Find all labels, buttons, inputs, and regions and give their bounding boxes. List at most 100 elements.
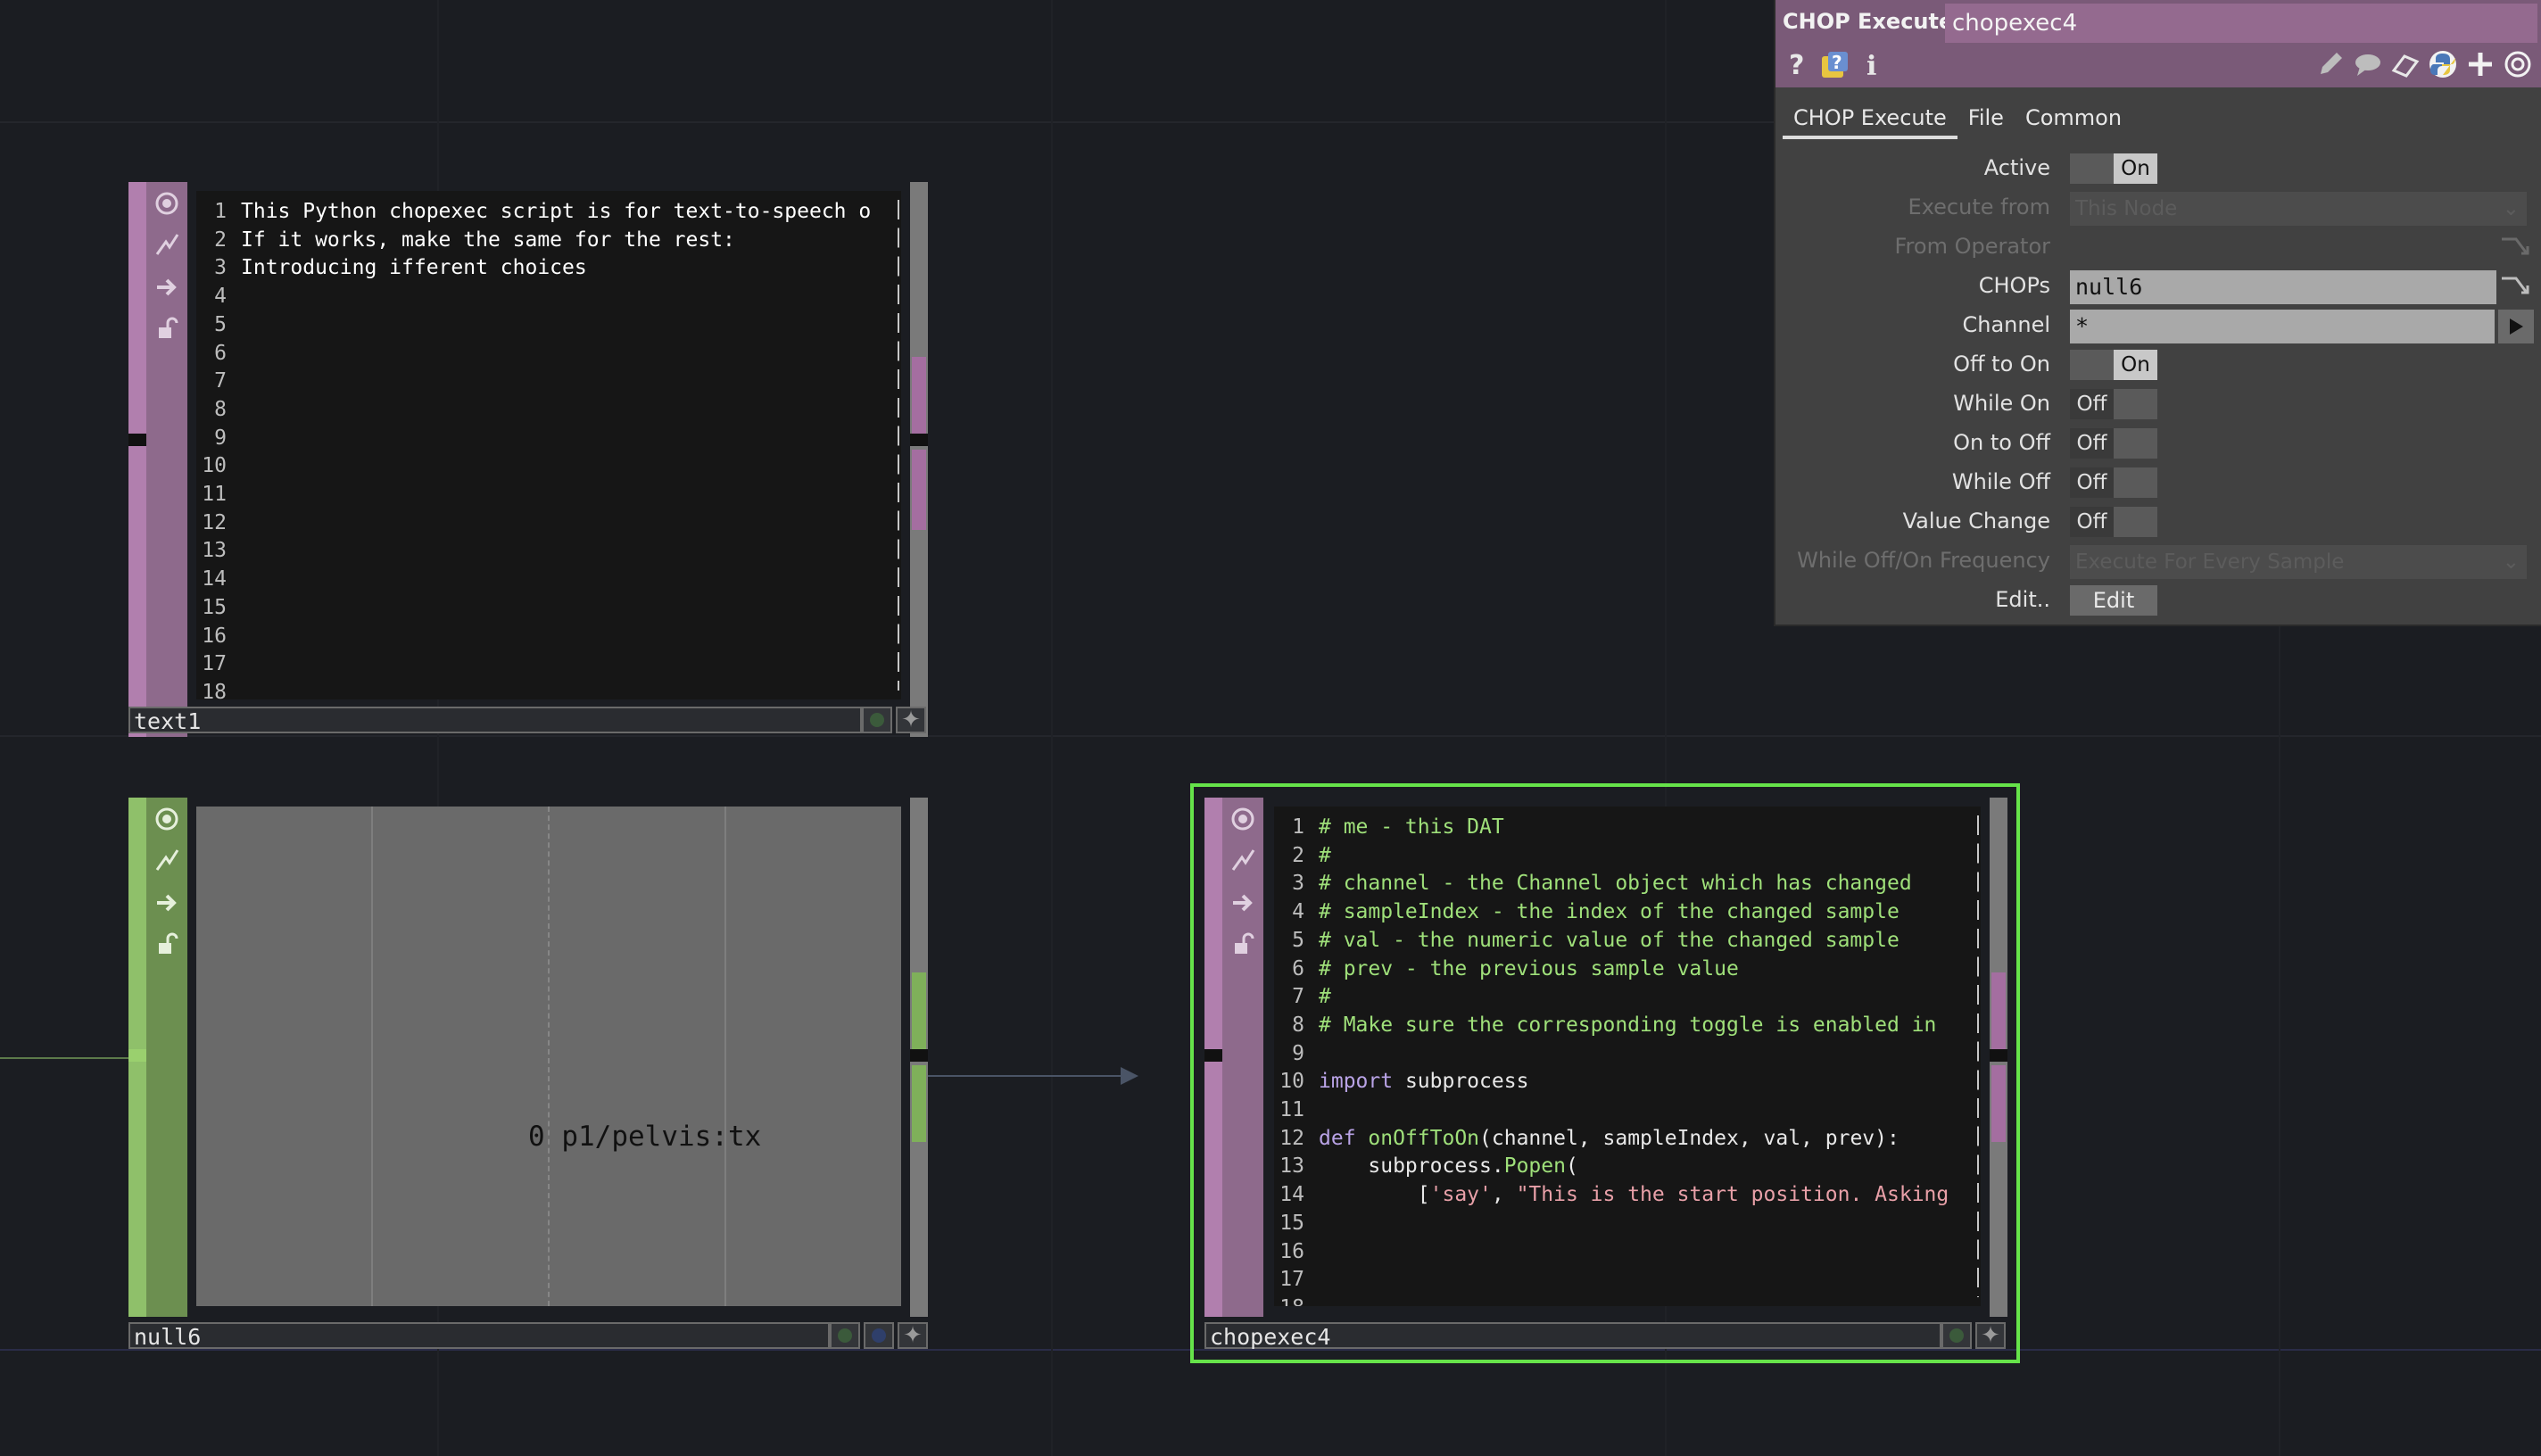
line-number: 14 bbox=[1279, 1183, 1304, 1207]
text-content: This Python chopexec script is for text-… bbox=[241, 198, 896, 283]
add-node-button[interactable]: ✦ bbox=[896, 707, 926, 733]
output-connector[interactable] bbox=[1990, 1049, 2007, 1062]
export-arrow-icon[interactable] bbox=[148, 269, 186, 305]
text-viewer[interactable]: 1 2 3 4 5 6 7 8 9 10 11 12 13 14 15 16 17 18 This Python … bbox=[196, 191, 901, 699]
channel-readout: 0 p1/pelvis:tx bbox=[528, 1121, 761, 1153]
code-viewer[interactable]: 123456789101112131415161718 # me - this … bbox=[1274, 807, 1981, 1306]
value-change-toggle[interactable]: Off bbox=[2070, 507, 2157, 537]
reference-arrow-icon[interactable] bbox=[2500, 275, 2530, 298]
line-number: 10 bbox=[202, 454, 227, 478]
lock-icon[interactable] bbox=[148, 310, 186, 346]
line-number: 7 bbox=[1292, 985, 1304, 1009]
execute-from-menu[interactable]: This Node ⌄ bbox=[2070, 192, 2527, 226]
node-right-strip bbox=[910, 182, 928, 737]
display-flag-button[interactable] bbox=[864, 1322, 894, 1349]
node-name-label[interactable]: text1 bbox=[128, 707, 862, 734]
plus-icon[interactable] bbox=[2462, 46, 2498, 82]
export-arrow-icon[interactable] bbox=[148, 885, 186, 921]
line-number: 8 bbox=[214, 397, 227, 421]
while-frequency-menu[interactable]: Execute For Every Sample ⌄ bbox=[2070, 545, 2527, 579]
tab-common[interactable]: Common bbox=[2015, 100, 2132, 139]
input-connector[interactable] bbox=[128, 434, 146, 446]
chopexec4-node[interactable]: 123456789101112131415161718 # me - this … bbox=[1204, 798, 2007, 1317]
code-line: # prev - the previous sample value bbox=[1319, 956, 1739, 980]
node-name-label[interactable]: chopexec4 bbox=[1204, 1322, 1941, 1350]
tab-file[interactable]: File bbox=[1957, 100, 2015, 139]
text-line: Introducing ifferent choices bbox=[241, 256, 587, 280]
viewer-toggle-icon[interactable] bbox=[1224, 801, 1262, 837]
wire-icon[interactable] bbox=[148, 227, 186, 262]
edit-button[interactable]: Edit bbox=[2070, 585, 2157, 616]
param-label: Active bbox=[1983, 155, 2050, 180]
code-content: # me - this DAT # # channel - the Channel … bbox=[1319, 814, 1975, 1210]
help-icon[interactable]: ? bbox=[1779, 46, 1815, 82]
eraser-icon[interactable] bbox=[2388, 46, 2423, 82]
line-number: 11 bbox=[202, 483, 227, 507]
panel-header: CHOP Execute chopexec4 ? ? i bbox=[1775, 0, 2541, 87]
input-connector[interactable] bbox=[128, 1049, 146, 1062]
line-number: 13 bbox=[1279, 1154, 1304, 1179]
off-to-on-toggle[interactable]: On bbox=[2070, 350, 2157, 380]
svg-text:i: i bbox=[1866, 51, 1876, 79]
param-active: Active On bbox=[1775, 150, 2541, 186]
line-number: 16 bbox=[202, 624, 227, 648]
line-number: 17 bbox=[202, 652, 227, 676]
bypass-flag-button[interactable] bbox=[862, 707, 892, 733]
add-node-button[interactable]: ✦ bbox=[1975, 1322, 2006, 1349]
param-on-to-off: On to Off Off bbox=[1775, 425, 2541, 460]
tab-chop-execute[interactable]: CHOP Execute bbox=[1783, 100, 1957, 139]
line-number: 1 bbox=[1292, 815, 1304, 839]
line-number: 6 bbox=[214, 341, 227, 365]
param-label: While On bbox=[1953, 391, 2050, 416]
input-connector[interactable] bbox=[1204, 1049, 1222, 1062]
line-number: 10 bbox=[1279, 1070, 1304, 1094]
operator-name-field[interactable]: chopexec4 bbox=[1945, 4, 2537, 43]
param-label: While Off/On Frequency bbox=[1797, 548, 2050, 573]
export-arrow-icon[interactable] bbox=[1224, 885, 1262, 921]
comment-icon[interactable] bbox=[2350, 46, 2386, 82]
null6-node[interactable]: 0 p1/pelvis:tx bbox=[128, 798, 928, 1317]
bypass-flag-button[interactable] bbox=[830, 1322, 860, 1349]
while-off-toggle[interactable]: Off bbox=[2070, 467, 2157, 498]
python-icon[interactable] bbox=[2425, 46, 2461, 82]
wire-icon[interactable] bbox=[1224, 842, 1262, 878]
channel-field[interactable]: * bbox=[2070, 310, 2495, 343]
node-left-strip bbox=[128, 182, 146, 737]
code-line: ['say', "This is the start position. Ask… bbox=[1319, 1183, 1949, 1207]
add-node-button[interactable]: ✦ bbox=[898, 1322, 928, 1349]
wire-icon[interactable] bbox=[148, 842, 186, 878]
code-line: subprocess.Popen( bbox=[1319, 1154, 1578, 1179]
param-while-on: While On Off bbox=[1775, 385, 2541, 421]
on-to-off-toggle[interactable]: Off bbox=[2070, 428, 2157, 459]
line-number: 15 bbox=[202, 595, 227, 619]
channel-menu-button[interactable] bbox=[2498, 310, 2534, 343]
lock-icon[interactable] bbox=[148, 926, 186, 962]
line-number: 9 bbox=[1292, 1041, 1304, 1065]
code-line: # sampleIndex - the index of the changed… bbox=[1319, 900, 1900, 924]
line-number-gutter: 123456789101112131415161718 bbox=[196, 198, 232, 699]
python-help-icon[interactable]: ? bbox=[1817, 46, 1852, 82]
output-connector[interactable] bbox=[910, 1049, 928, 1062]
target-icon[interactable] bbox=[2500, 46, 2536, 82]
param-channel: Channel * bbox=[1775, 307, 2541, 343]
line-number: 1 bbox=[214, 200, 227, 223]
line-number: 14 bbox=[202, 567, 227, 592]
active-toggle[interactable]: On bbox=[2070, 153, 2157, 184]
info-icon[interactable]: i bbox=[1854, 46, 1890, 82]
viewer-toggle-icon[interactable] bbox=[148, 186, 186, 221]
pencil-icon[interactable] bbox=[2313, 46, 2348, 82]
viewer-toggle-icon[interactable] bbox=[148, 801, 186, 837]
lock-icon[interactable] bbox=[1224, 926, 1262, 962]
param-off-to-on: Off to On On bbox=[1775, 346, 2541, 382]
output-connector[interactable] bbox=[910, 434, 928, 446]
bypass-flag-button[interactable] bbox=[1941, 1322, 1972, 1349]
reference-arrow-icon[interactable] bbox=[2500, 236, 2530, 259]
text1-node[interactable]: 1 2 3 4 5 6 7 8 9 10 11 12 13 14 15 16 17 18 This Python … bbox=[128, 182, 928, 737]
chops-field[interactable]: null6 bbox=[2070, 270, 2496, 304]
line-number: 3 bbox=[214, 256, 227, 280]
while-on-toggle[interactable]: Off bbox=[2070, 389, 2157, 419]
node-name-label[interactable]: null6 bbox=[128, 1322, 830, 1350]
chop-viewer[interactable]: 0 p1/pelvis:tx bbox=[196, 807, 901, 1306]
line-number: 18 bbox=[1274, 1295, 1310, 1306]
line-number: 4 bbox=[214, 285, 227, 309]
